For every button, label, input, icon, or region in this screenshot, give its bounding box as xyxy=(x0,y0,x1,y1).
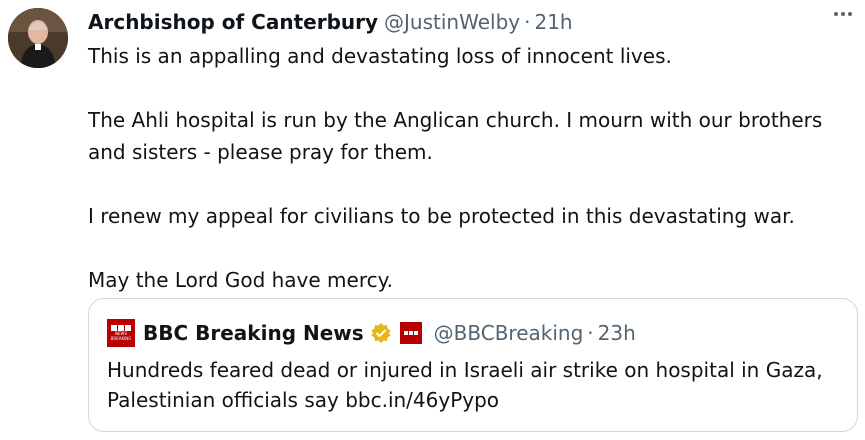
author-avatar[interactable] xyxy=(8,8,68,68)
tweet-timestamp[interactable]: 21h xyxy=(534,10,572,34)
quoted-display-name[interactable]: BBC Breaking News xyxy=(143,321,364,345)
bbc-affiliate-badge-icon xyxy=(399,322,422,344)
bbc-logo-subtext: BREAKING xyxy=(110,336,132,341)
tweet-header: Archbishop of Canterbury @JustinWelby · … xyxy=(88,8,845,36)
quoted-tweet-text: Hundreds feared dead or injured in Israe… xyxy=(107,358,823,412)
separator-dot: · xyxy=(587,321,594,345)
author-handle[interactable]: @JustinWelby xyxy=(384,10,520,34)
quoted-tweet-header: NEWS BREAKING BBC Breaking News @BBCBrea… xyxy=(107,319,636,347)
quoted-tweet[interactable]: NEWS BREAKING BBC Breaking News @BBCBrea… xyxy=(88,298,858,432)
quoted-handle[interactable]: @BBCBreaking xyxy=(434,321,584,345)
tweet-paragraph: The Ahli hospital is run by the Anglican… xyxy=(88,108,823,164)
tweet-paragraph: This is an appalling and devastating los… xyxy=(88,44,672,68)
tweet-text: This is an appalling and devastating los… xyxy=(88,40,848,296)
separator-dot: · xyxy=(524,10,531,34)
more-icon[interactable] xyxy=(829,2,857,26)
gold-verified-badge-icon xyxy=(370,322,392,344)
tweet-paragraph: I renew my appeal for civilians to be pr… xyxy=(88,204,795,228)
quoted-timestamp[interactable]: 23h xyxy=(598,321,636,345)
tweet-paragraph: May the Lord God have mercy. xyxy=(88,268,393,292)
author-display-name[interactable]: Archbishop of Canterbury xyxy=(88,10,378,34)
bbc-logo-avatar[interactable]: NEWS BREAKING xyxy=(107,319,135,347)
